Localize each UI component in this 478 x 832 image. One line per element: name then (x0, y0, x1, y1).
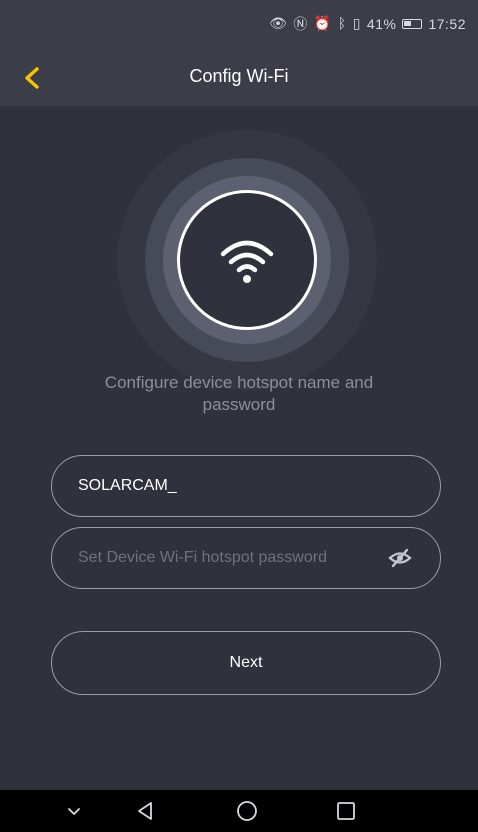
nav-back-button[interactable] (134, 800, 158, 822)
system-nav-bar (0, 790, 478, 832)
instruction-text: Configure device hotspot name and passwo… (104, 373, 374, 414)
recents-square-icon (337, 802, 355, 820)
battery-percent: 41% (366, 16, 397, 32)
next-button[interactable]: Next (51, 631, 441, 695)
wifi-icon (220, 240, 274, 283)
hotspot-name-field[interactable]: SOLARCAM_ (51, 455, 441, 517)
back-triangle-icon (138, 802, 152, 820)
nfc-icon: Ⓝ (293, 17, 308, 33)
status-bar: 👁 Ⓝ ⏰ ᛒ ▯ 41% 17:52 (0, 0, 478, 50)
main-content: Configure device hotspot name and passwo… (0, 106, 478, 790)
wifi-badge (177, 190, 317, 330)
nav-hide-button[interactable] (62, 800, 86, 822)
app-header: Config Wi-Fi (0, 50, 478, 106)
clock: 17:52 (428, 16, 466, 32)
vibrate-icon: ▯ (352, 16, 361, 32)
page-title: Config Wi-Fi (189, 66, 289, 86)
battery-icon (402, 19, 423, 29)
nav-recents-button[interactable] (334, 800, 358, 822)
bluetooth-icon: ᛒ (337, 16, 347, 32)
home-circle-icon (237, 801, 257, 821)
alarm-icon: ⏰ (313, 16, 332, 32)
chevron-down-icon (68, 808, 80, 815)
eye-off-icon[interactable] (388, 546, 412, 570)
nav-home-button[interactable] (235, 800, 259, 822)
status-icons: 👁 Ⓝ ⏰ ᛒ ▯ 41% 17:52 (269, 14, 466, 34)
hotspot-name-value: SOLARCAM_ (78, 477, 177, 494)
hotspot-password-field[interactable]: Set Device Wi-Fi hotspot password (51, 527, 441, 589)
eye-comfort-icon: 👁 (269, 16, 288, 32)
hotspot-password-placeholder: Set Device Wi-Fi hotspot password (78, 549, 327, 566)
